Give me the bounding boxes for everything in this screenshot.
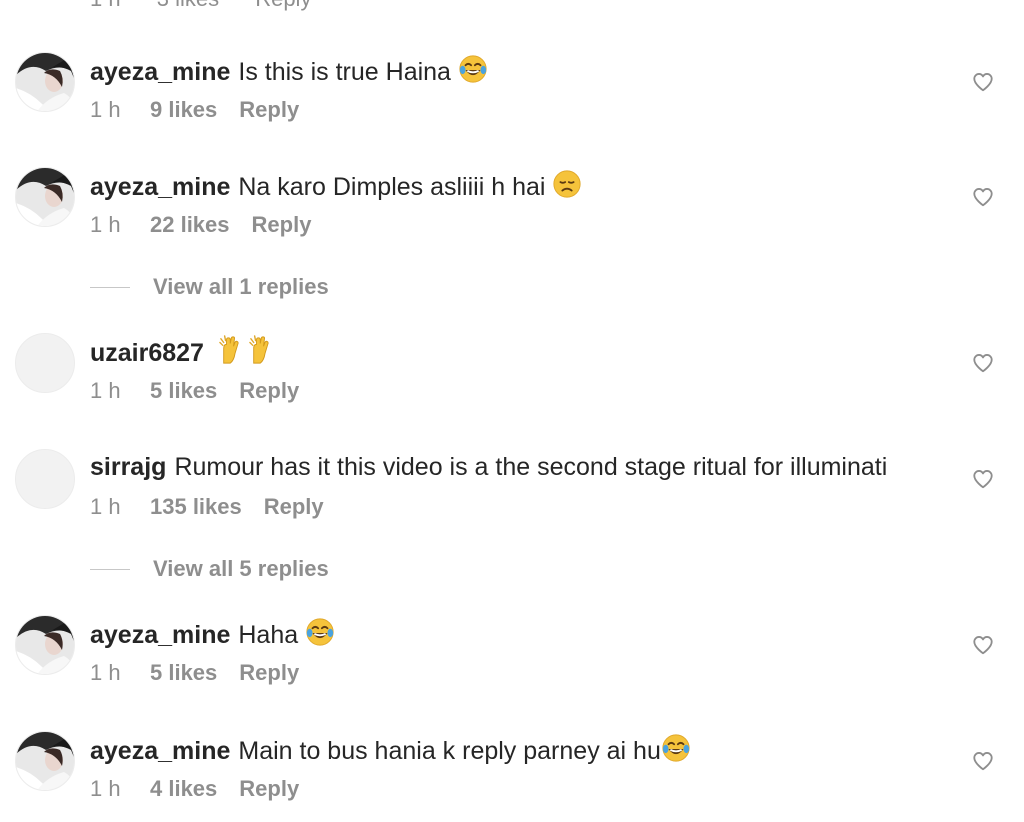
avatar[interactable] xyxy=(15,449,75,509)
reply-button[interactable]: Reply xyxy=(239,775,299,803)
view-replies-label[interactable]: View all 1 replies xyxy=(153,272,329,302)
comment-meta: 1 h 135 likes Reply xyxy=(90,493,324,521)
comment-item: ayeza_mine Main to bus hania k reply parn… xyxy=(0,731,1024,811)
reply-button[interactable]: Reply xyxy=(239,659,299,687)
avatar[interactable] xyxy=(15,52,75,112)
comment-text: Is this is true Haina xyxy=(238,58,451,86)
comment-likes[interactable]: 4 likes xyxy=(150,775,217,803)
profile-photo xyxy=(16,168,75,227)
comment-time: 1 h xyxy=(90,660,121,685)
view-replies-label[interactable]: View all 5 replies xyxy=(153,554,329,584)
comment-text: Main to bus hania k reply parney ai hu xyxy=(238,737,661,765)
comment-likes[interactable]: 22 likes xyxy=(150,211,230,239)
comment-text: Rumour has it this video is a the second… xyxy=(174,453,888,481)
comment-meta: 1 h 9 likes Reply xyxy=(90,96,299,124)
comment-body: ayeza_mine Na karo Dimples asliiii h hai xyxy=(90,169,582,203)
avatar[interactable] xyxy=(15,333,75,393)
view-replies-button[interactable]: View all 1 replies xyxy=(90,272,590,302)
comment-body: sirrajg Rumour has it this video is a the… xyxy=(90,451,887,483)
reply-button[interactable]: Reply xyxy=(239,96,299,124)
comment-body: uzair6827 xyxy=(90,335,279,369)
profile-photo xyxy=(16,616,75,675)
comment-time: 1 h xyxy=(90,212,121,237)
face-with-tears-of-joy-icon xyxy=(458,54,488,84)
heart-outline-icon[interactable] xyxy=(972,186,994,208)
comment-time: 1 h xyxy=(90,494,121,519)
comment-username[interactable]: ayeza_mine xyxy=(90,737,230,765)
comment-item: ayeza_mine Haha 1 h 5 likes Reply xyxy=(0,615,1024,695)
comment-item: ayeza_mine Na karo Dimples asliiii h hai … xyxy=(0,167,1024,247)
avatar[interactable] xyxy=(15,615,75,675)
comment-likes[interactable]: 3 likes xyxy=(157,0,219,11)
comment-body: ayeza_mine Is this is true Haina xyxy=(90,54,488,88)
replies-divider xyxy=(90,287,130,288)
reply-button[interactable]: Reply xyxy=(255,0,311,11)
heart-outline-icon[interactable] xyxy=(972,468,994,490)
view-replies-button[interactable]: View all 5 replies xyxy=(90,554,590,584)
comment-item: sirrajg Rumour has it this video is a the… xyxy=(0,449,1024,529)
replies-divider xyxy=(90,569,130,570)
comment-username[interactable]: ayeza_mine xyxy=(90,621,230,649)
avatar[interactable] xyxy=(15,167,75,227)
comment-meta: 1 h 5 likes Reply xyxy=(90,659,299,687)
reply-button[interactable]: Reply xyxy=(239,377,299,405)
comment-body: ayeza_mine Haha xyxy=(90,617,335,651)
heart-outline-icon[interactable] xyxy=(972,750,994,772)
heart-outline-icon[interactable] xyxy=(972,352,994,374)
comment-meta: 1 h 5 likes Reply xyxy=(90,377,299,405)
comment-text: Haha xyxy=(238,621,299,649)
comment-likes[interactable]: 135 likes xyxy=(150,493,242,521)
comment-time: 1 h xyxy=(90,0,121,11)
comment-username[interactable]: ayeza_mine xyxy=(90,173,230,201)
avatar[interactable] xyxy=(15,731,75,791)
comment-meta: 1 h 4 likes Reply xyxy=(90,775,299,803)
comment-time: 1 h xyxy=(90,776,121,801)
comment-username[interactable]: uzair6827 xyxy=(90,339,204,367)
comment-likes[interactable]: 9 likes xyxy=(150,96,217,124)
raising-hands-icon xyxy=(249,335,279,365)
face-with-tears-of-joy-icon xyxy=(661,733,691,763)
disappointed-face-icon xyxy=(552,169,582,199)
heart-outline-icon[interactable] xyxy=(972,634,994,656)
comment-username[interactable]: sirrajg xyxy=(90,453,166,481)
comment-likes[interactable]: 5 likes xyxy=(150,377,217,405)
comment-body: ayeza_mine Main to bus hania k reply parn… xyxy=(90,733,691,767)
comment-username[interactable]: ayeza_mine xyxy=(90,58,230,86)
profile-photo xyxy=(16,53,75,112)
comment-item: ayeza_mine Is this is true Haina 1 h 9 lik… xyxy=(0,52,1024,132)
comment-item: uzair6827 1 h 5 likes Reply xyxy=(0,333,1024,413)
profile-photo xyxy=(16,732,75,791)
comment-time: 1 h xyxy=(90,97,121,122)
comments-page: 1 h 3 likes Reply ayeza_mine Is this is t… xyxy=(0,0,1024,822)
raising-hands-icon xyxy=(219,335,249,365)
comment-meta: 1 h 22 likes Reply xyxy=(90,211,311,239)
reply-button[interactable]: Reply xyxy=(264,493,324,521)
comment-text: Na karo Dimples asliiii h hai xyxy=(238,173,546,201)
face-with-tears-of-joy-icon xyxy=(305,617,335,647)
reply-button[interactable]: Reply xyxy=(252,211,312,239)
comment-time: 1 h xyxy=(90,378,121,403)
comment-likes[interactable]: 5 likes xyxy=(150,659,217,687)
heart-outline-icon[interactable] xyxy=(972,71,994,93)
previous-comment-meta: 1 h 3 likes Reply xyxy=(90,0,341,12)
